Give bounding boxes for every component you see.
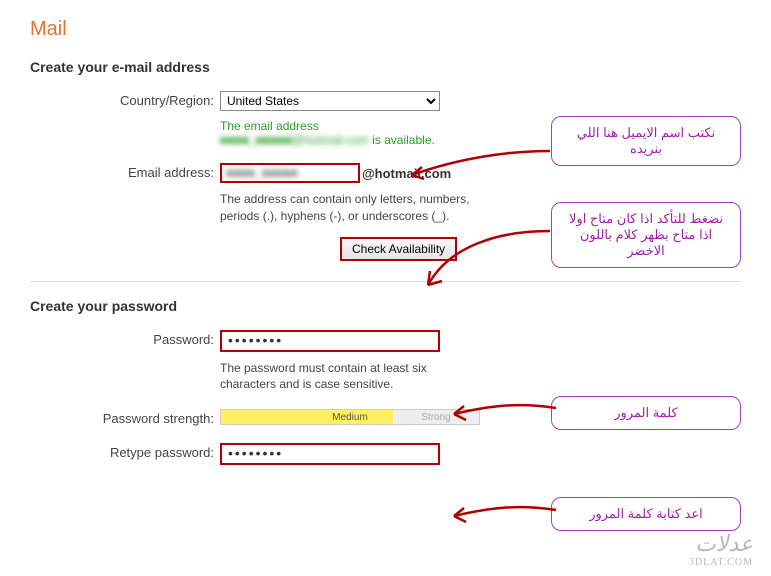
- password-label: Password:: [30, 330, 220, 347]
- country-label: Country/Region:: [30, 91, 220, 108]
- annotation-callout: نضغط للتأكد اذا كان متاح اولا اذا متاح ب…: [551, 202, 741, 268]
- password-strength-meter: Medium Strong: [220, 409, 480, 425]
- strength-label: Password strength:: [30, 409, 220, 426]
- annotation-callout: اعد كتابة كلمة المرور: [551, 497, 741, 531]
- email-section-title: Create your e-mail address: [30, 59, 741, 75]
- password-input[interactable]: ••••••••: [220, 330, 440, 352]
- email-label: Email address:: [30, 163, 220, 180]
- annotation-callout: كلمة المرور: [551, 396, 741, 430]
- section-divider: [30, 281, 741, 282]
- password-hint: The password must contain at least six c…: [220, 360, 470, 394]
- password-section-title: Create your password: [30, 298, 741, 314]
- watermark: عدلات 3DLAT.COM: [689, 531, 753, 568]
- country-select[interactable]: United States: [220, 91, 440, 111]
- page-title: Mail: [30, 18, 741, 41]
- email-suffix: @hotmail.com: [360, 166, 451, 181]
- retype-password-input[interactable]: ••••••••: [220, 443, 440, 465]
- email-input[interactable]: ■■■■_■■■■■: [220, 163, 360, 183]
- availability-message: The email address ■■■■_■■■■■@hotmail.com…: [220, 119, 540, 147]
- annotation-callout: نكتب اسم الايميل هنا اللي بنريده: [551, 116, 741, 166]
- check-availability-button[interactable]: Check Availability: [340, 237, 457, 261]
- arrow-icon: [448, 502, 558, 526]
- retype-label: Retype password:: [30, 443, 220, 460]
- email-hint: The address can contain only letters, nu…: [220, 191, 470, 225]
